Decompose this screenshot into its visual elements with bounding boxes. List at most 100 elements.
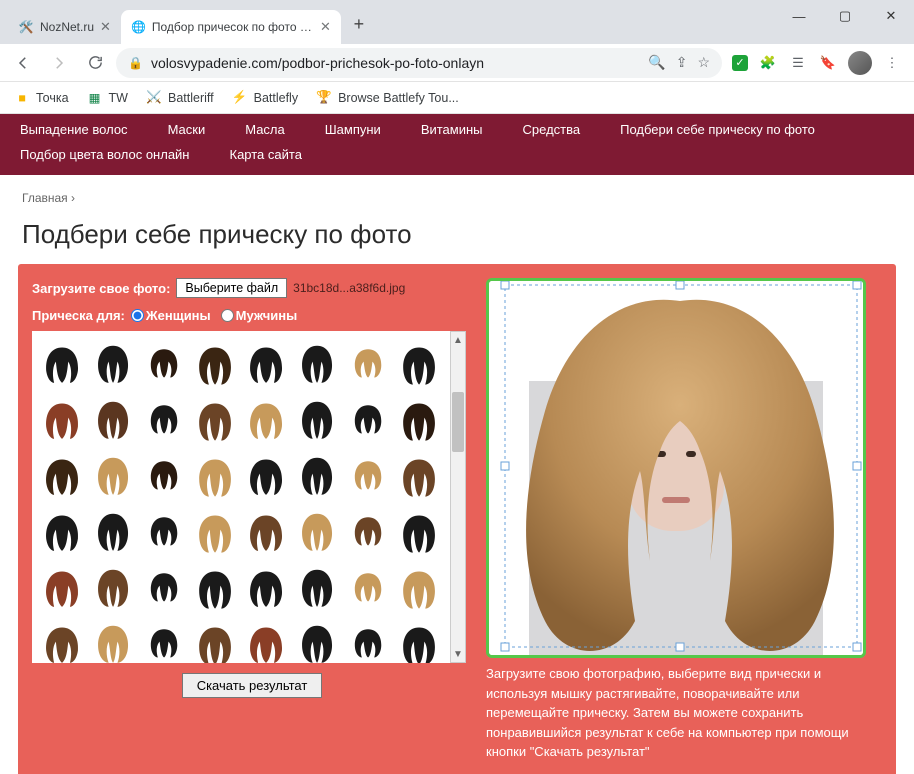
radio-women[interactable] bbox=[131, 309, 144, 322]
scroll-thumb[interactable] bbox=[452, 392, 464, 452]
hairstyle-thumbnail[interactable] bbox=[242, 393, 291, 447]
hairstyle-thumbnail[interactable] bbox=[293, 337, 342, 391]
hairstyle-thumbnail[interactable] bbox=[191, 561, 240, 615]
nav-item[interactable]: Карта сайта bbox=[230, 143, 302, 168]
hairstyle-thumbnail[interactable] bbox=[395, 449, 444, 503]
hairstyle-thumbnail[interactable] bbox=[395, 561, 444, 615]
hairstyle-thumbnail[interactable] bbox=[38, 393, 87, 447]
nav-item[interactable]: Шампуни bbox=[325, 118, 381, 143]
hairstyle-thumbnail[interactable] bbox=[293, 393, 342, 447]
hairstyle-thumbnail[interactable] bbox=[344, 393, 393, 447]
hairstyle-thumbnail[interactable] bbox=[344, 561, 393, 615]
hairstyle-thumbnail[interactable] bbox=[395, 617, 444, 663]
bookmark-tw[interactable]: ▦TW bbox=[87, 90, 128, 106]
nav-item[interactable]: Выпадение волос bbox=[20, 118, 128, 143]
hairstyle-thumbnail[interactable] bbox=[191, 337, 240, 391]
extensions-area: ✓ 🧩 ☰ 🔖 ⋮ bbox=[728, 51, 906, 75]
radio-men[interactable] bbox=[221, 309, 234, 322]
nav-item[interactable]: Подбор цвета волос онлайн bbox=[20, 143, 190, 168]
hairstyle-thumbnail[interactable] bbox=[344, 505, 393, 559]
hairstyle-thumbnail[interactable] bbox=[89, 561, 138, 615]
hairstyle-thumbnail[interactable] bbox=[38, 561, 87, 615]
close-icon[interactable]: ✕ bbox=[320, 19, 331, 35]
address-bar[interactable]: 🔒 🔍 ⇪ ☆ bbox=[116, 48, 722, 78]
hairstyle-thumbnail[interactable] bbox=[242, 505, 291, 559]
hairstyle-thumbnail[interactable] bbox=[38, 337, 87, 391]
hairstyle-thumbnail[interactable] bbox=[242, 617, 291, 663]
tab-noznet[interactable]: 🛠️ NozNet.ru ✕ bbox=[8, 10, 121, 44]
search-icon[interactable]: 🔍 bbox=[648, 54, 665, 71]
hairstyle-thumbnail[interactable] bbox=[89, 393, 138, 447]
scroll-up-icon[interactable]: ▲ bbox=[451, 332, 465, 348]
puzzle-icon[interactable]: 🧩 bbox=[758, 53, 778, 73]
bookmark-battlefly[interactable]: ⚡Battlefly bbox=[232, 90, 298, 106]
menu-icon[interactable]: ⋮ bbox=[882, 53, 902, 73]
maximize-button[interactable]: ▢ bbox=[822, 0, 868, 32]
gender-row: Прическа для: Женщины Мужчины bbox=[32, 308, 472, 323]
nav-item[interactable]: Витамины bbox=[421, 118, 483, 143]
hairstyle-thumbnail[interactable] bbox=[191, 393, 240, 447]
bookmark-battleriff[interactable]: ⚔️Battleriff bbox=[146, 90, 214, 106]
hairstyle-thumbnail[interactable] bbox=[395, 337, 444, 391]
gallery-scrollbar[interactable]: ▲ ▼ bbox=[450, 331, 466, 663]
hairstyle-thumbnail[interactable] bbox=[191, 449, 240, 503]
preview-frame[interactable] bbox=[486, 278, 866, 658]
hairstyle-thumbnail[interactable] bbox=[242, 337, 291, 391]
nav-item[interactable]: Подбери себе прическу по фото bbox=[620, 118, 815, 143]
reload-button[interactable] bbox=[80, 48, 110, 78]
hairstyle-thumbnail[interactable] bbox=[140, 449, 189, 503]
hairstyle-thumbnail[interactable] bbox=[89, 449, 138, 503]
url-input[interactable] bbox=[151, 55, 640, 71]
site-nav: Выпадение волос Маски Масла Шампуни Вита… bbox=[0, 114, 914, 175]
bookmark-icon[interactable]: 🔖 bbox=[818, 53, 838, 73]
nav-item[interactable]: Средства bbox=[523, 118, 581, 143]
nav-item[interactable]: Масла bbox=[245, 118, 285, 143]
hairstyle-thumbnail[interactable] bbox=[38, 617, 87, 663]
close-icon[interactable]: ✕ bbox=[100, 19, 111, 35]
hairstyle-thumbnail[interactable] bbox=[395, 505, 444, 559]
hairstyle-thumbnail[interactable] bbox=[140, 393, 189, 447]
extension-check-icon[interactable]: ✓ bbox=[732, 55, 748, 71]
list-icon[interactable]: ☰ bbox=[788, 53, 808, 73]
hairstyle-thumbnail[interactable] bbox=[293, 505, 342, 559]
download-button[interactable]: Скачать результат bbox=[182, 673, 323, 698]
hairstyle-thumbnail[interactable] bbox=[140, 337, 189, 391]
minimize-button[interactable]: — bbox=[776, 0, 822, 32]
forward-button[interactable] bbox=[44, 48, 74, 78]
hairstyle-thumbnail[interactable] bbox=[89, 505, 138, 559]
bookmark-tochka[interactable]: ■Точка bbox=[14, 90, 69, 106]
hairstyle-thumbnail[interactable] bbox=[344, 337, 393, 391]
gender-label: Прическа для: bbox=[32, 308, 125, 323]
scroll-down-icon[interactable]: ▼ bbox=[451, 646, 465, 662]
hairstyle-thumbnail[interactable] bbox=[293, 617, 342, 663]
breadcrumb-home[interactable]: Главная bbox=[22, 191, 68, 205]
hairstyle-thumbnail[interactable] bbox=[38, 505, 87, 559]
back-button[interactable] bbox=[8, 48, 38, 78]
breadcrumb: Главная › bbox=[0, 175, 914, 213]
profile-avatar[interactable] bbox=[848, 51, 872, 75]
choose-file-button[interactable]: Выберите файл bbox=[176, 278, 287, 298]
hairstyle-thumbnail[interactable] bbox=[344, 617, 393, 663]
hairstyle-thumbnail[interactable] bbox=[293, 561, 342, 615]
hairstyle-thumbnail[interactable] bbox=[344, 449, 393, 503]
bookmark-battlefy[interactable]: 🏆Browse Battlefy Tou... bbox=[316, 90, 459, 106]
hairstyle-thumbnail[interactable] bbox=[242, 449, 291, 503]
hairstyle-thumbnail[interactable] bbox=[38, 449, 87, 503]
hairstyle-thumbnail[interactable] bbox=[191, 505, 240, 559]
share-icon[interactable]: ⇪ bbox=[676, 54, 688, 71]
hairstyle-thumbnail[interactable] bbox=[89, 337, 138, 391]
globe-icon: 🌐 bbox=[131, 19, 146, 35]
tab-current[interactable]: 🌐 Подбор причесок по фото онла ✕ bbox=[121, 10, 341, 44]
hairstyle-thumbnail[interactable] bbox=[140, 617, 189, 663]
hairstyle-thumbnail[interactable] bbox=[242, 561, 291, 615]
window-close-button[interactable]: ✕ bbox=[868, 0, 914, 32]
hairstyle-thumbnail[interactable] bbox=[140, 561, 189, 615]
star-icon[interactable]: ☆ bbox=[697, 54, 710, 71]
hairstyle-thumbnail[interactable] bbox=[191, 617, 240, 663]
hairstyle-thumbnail[interactable] bbox=[395, 393, 444, 447]
hairstyle-thumbnail[interactable] bbox=[89, 617, 138, 663]
nav-item[interactable]: Маски bbox=[168, 118, 206, 143]
new-tab-button[interactable]: + bbox=[345, 10, 373, 38]
hairstyle-thumbnail[interactable] bbox=[293, 449, 342, 503]
hairstyle-thumbnail[interactable] bbox=[140, 505, 189, 559]
